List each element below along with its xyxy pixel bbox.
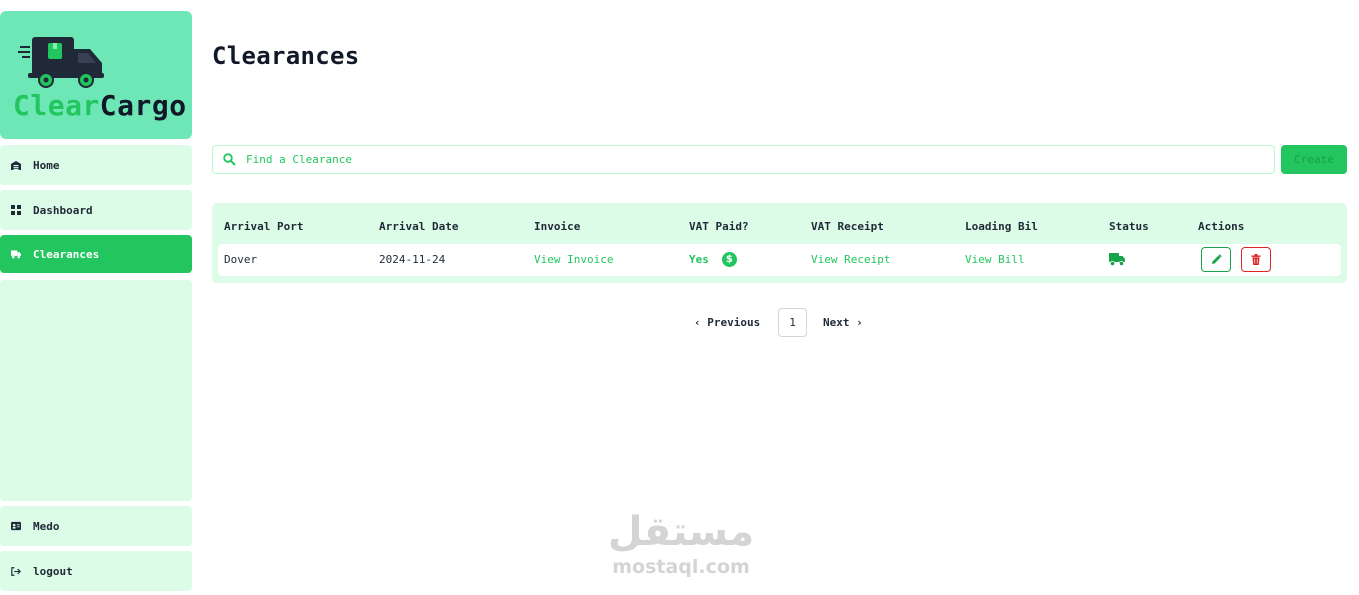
user-name: Medo xyxy=(33,519,60,533)
table-row: Dover 2024-11-24 View Invoice Yes $ View… xyxy=(218,244,1341,276)
view-invoice-link[interactable]: View Invoice xyxy=(534,253,613,266)
previous-page-button[interactable]: ‹ Previous xyxy=(694,316,760,329)
grid-icon xyxy=(11,205,21,215)
edit-button[interactable] xyxy=(1201,247,1231,272)
chevron-right-icon: › xyxy=(856,316,863,329)
create-button[interactable]: Create xyxy=(1281,145,1347,174)
warehouse-icon xyxy=(11,160,21,170)
watermark-latin: mostaql.com xyxy=(612,556,750,578)
dollar-icon: $ xyxy=(721,252,737,267)
column-header-actions: Actions xyxy=(1198,220,1245,233)
sidebar: ClearCargo Home Dashboard Clearances Med… xyxy=(0,11,192,592)
logo[interactable]: ClearCargo xyxy=(0,11,192,139)
cell-arrival-port: Dover xyxy=(224,253,258,266)
watermark: مستقل mostaql.com xyxy=(601,508,761,584)
brand-part-1: Clear xyxy=(13,89,100,122)
logout-button[interactable]: logout xyxy=(0,551,192,591)
search-bar[interactable] xyxy=(212,145,1275,174)
delete-button[interactable] xyxy=(1241,247,1271,272)
pagination: ‹ Previous 1 Next › xyxy=(0,308,1359,337)
column-header-arrival-port: Arrival Port xyxy=(224,220,304,233)
sidebar-item-label: Home xyxy=(33,158,60,172)
pencil-icon xyxy=(1211,254,1222,264)
trash-icon xyxy=(1251,254,1261,265)
sidebar-item-clearances[interactable]: Clearances xyxy=(0,235,192,273)
sidebar-item-home[interactable]: Home xyxy=(0,145,192,185)
logout-label: logout xyxy=(33,564,73,578)
chevron-left-icon: ‹ xyxy=(694,316,701,329)
view-bill-link[interactable]: View Bill xyxy=(965,253,1025,266)
sidebar-item-label: Dashboard xyxy=(33,203,93,217)
truck-icon xyxy=(1109,253,1125,266)
column-header-arrival-date: Arrival Date xyxy=(379,220,459,233)
cell-vat-paid: Yes $ xyxy=(689,252,737,267)
id-card-icon xyxy=(11,521,21,531)
view-receipt-link[interactable]: View Receipt xyxy=(811,253,890,266)
column-header-status: Status xyxy=(1109,220,1149,233)
sidebar-item-label: Clearances xyxy=(33,247,100,261)
column-header-vat-paid: VAT Paid? xyxy=(689,220,749,233)
page-number-button[interactable]: 1 xyxy=(778,308,807,337)
truck-logo-icon xyxy=(18,37,104,88)
sidebar-item-user[interactable]: Medo xyxy=(0,506,192,546)
sidebar-item-dashboard[interactable]: Dashboard xyxy=(0,190,192,230)
previous-label: Previous xyxy=(707,316,761,329)
watermark-arabic: مستقل xyxy=(607,509,755,555)
column-header-vat-receipt: VAT Receipt xyxy=(811,220,884,233)
search-icon xyxy=(223,153,236,166)
logout-icon xyxy=(11,566,21,576)
brand-part-2: Cargo xyxy=(99,89,187,122)
cell-arrival-date: 2024-11-24 xyxy=(379,253,446,266)
truck-icon xyxy=(11,249,21,259)
next-page-button[interactable]: Next › xyxy=(823,316,863,329)
page-title: Clearances xyxy=(212,42,360,70)
vat-paid-value: Yes xyxy=(689,253,709,266)
brand-name: ClearCargo xyxy=(13,89,187,122)
clearances-table: Arrival Port Arrival Date Invoice VAT Pa… xyxy=(212,203,1347,283)
column-header-invoice: Invoice xyxy=(534,220,581,233)
next-label: Next xyxy=(823,316,850,329)
column-header-loading-bill: Loading Bil xyxy=(965,220,1038,233)
search-input[interactable] xyxy=(246,153,1246,166)
